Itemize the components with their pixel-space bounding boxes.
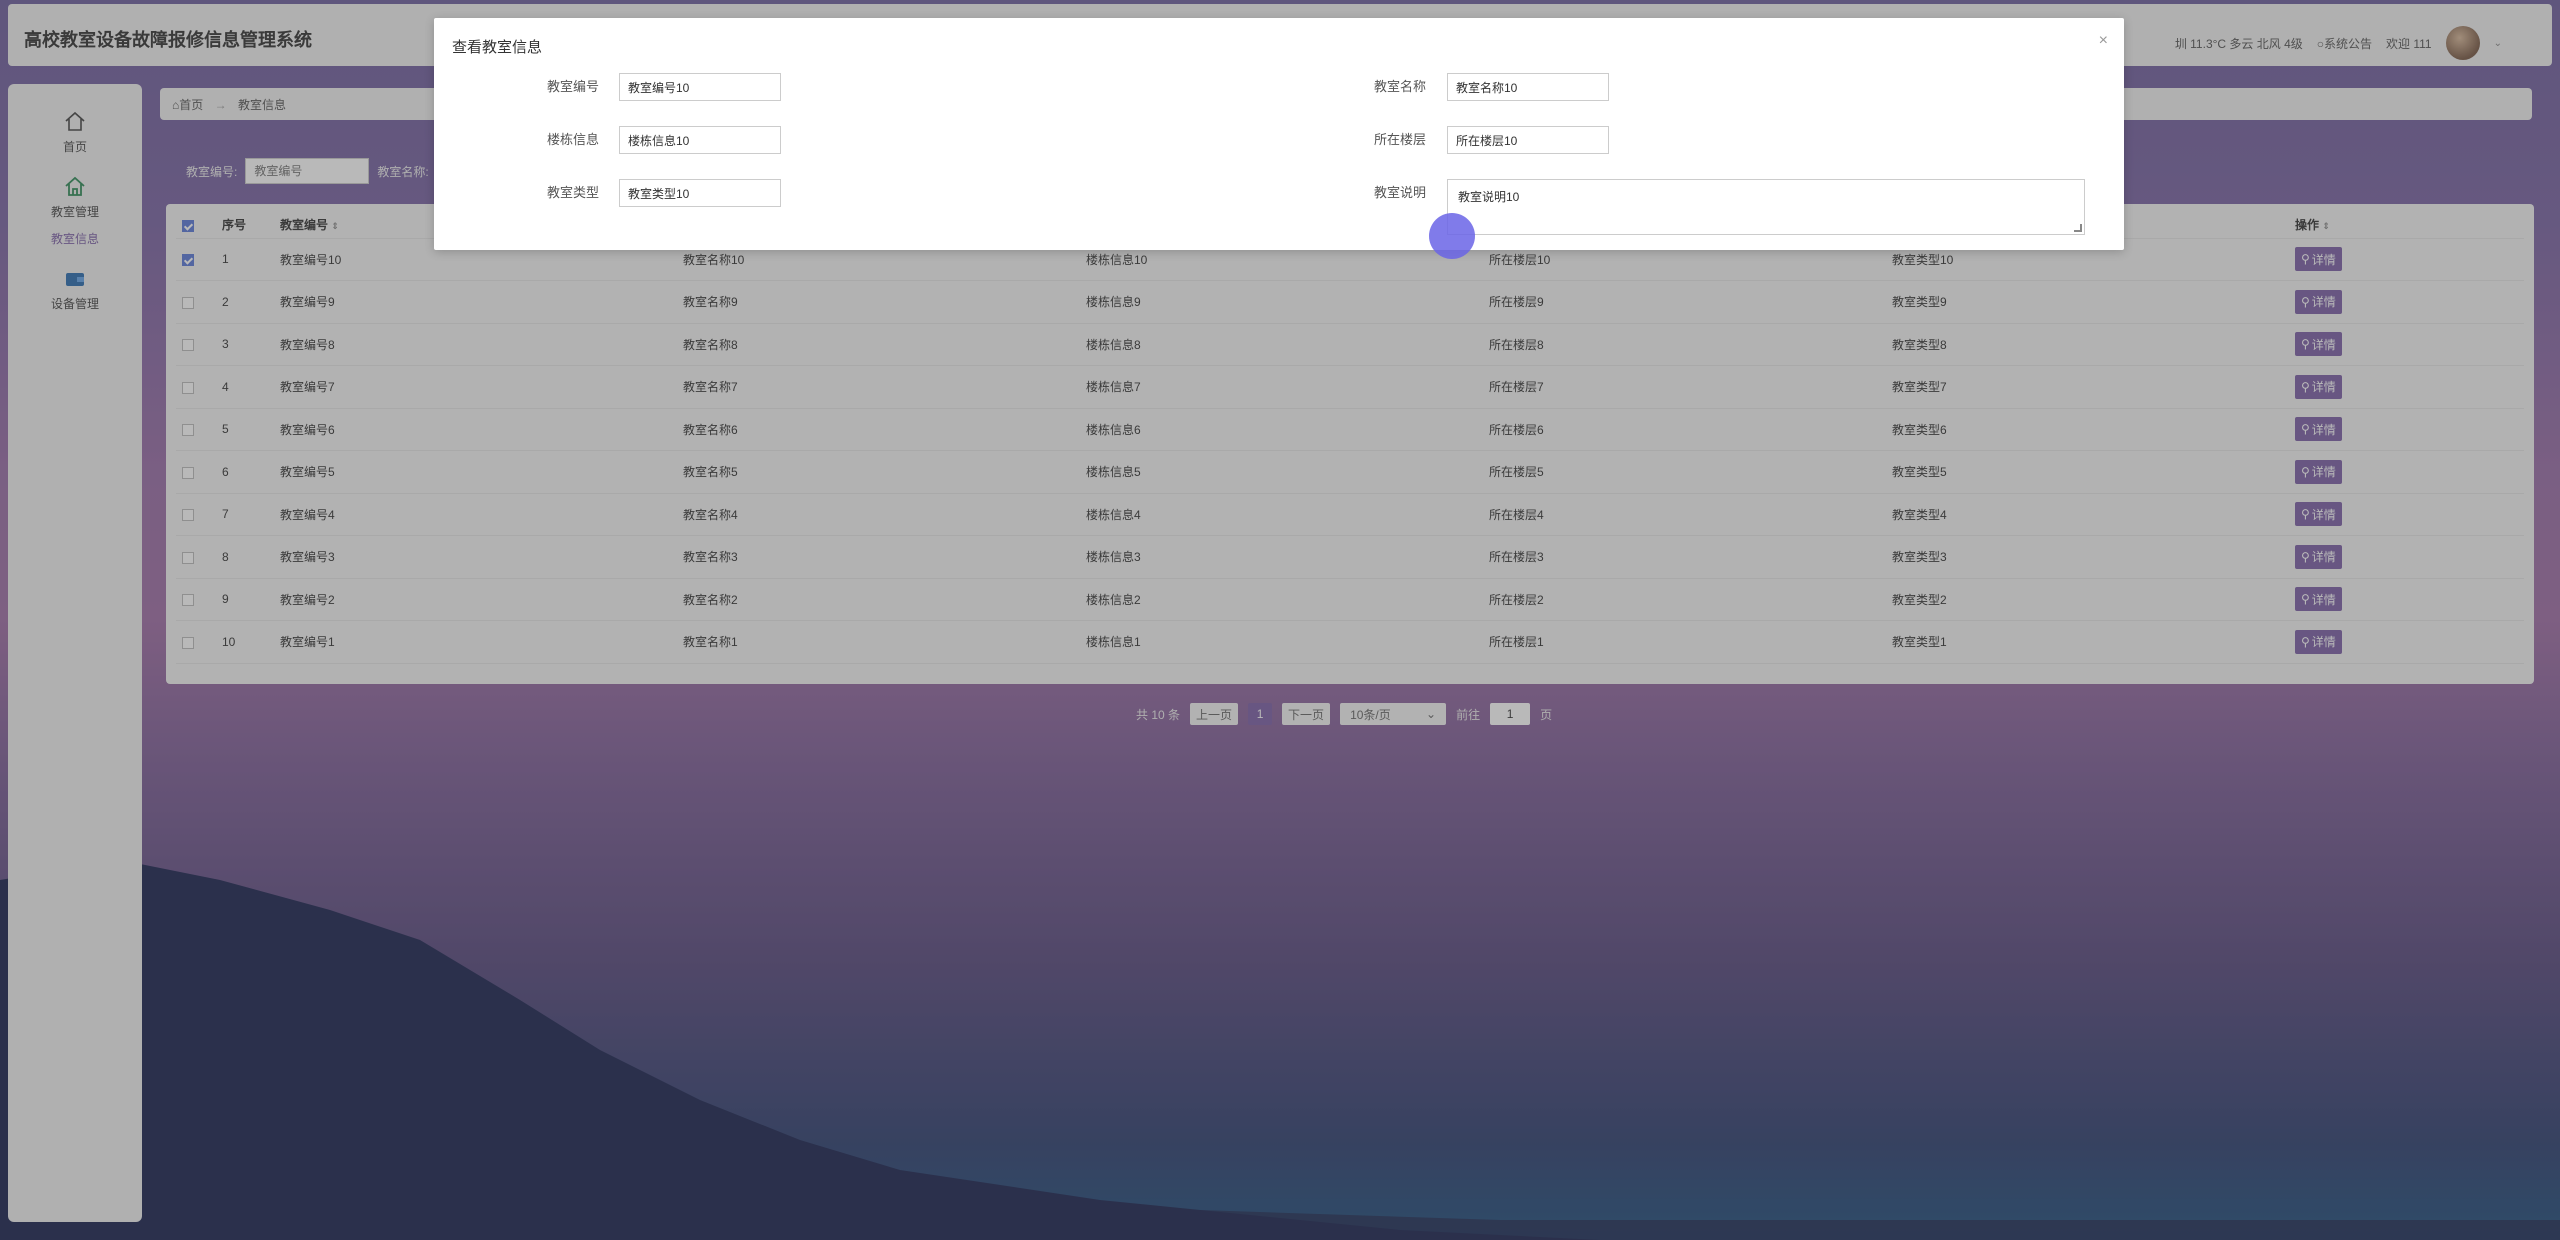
- field-label-description: 教室说明: [1374, 185, 1427, 200]
- field-input-type[interactable]: 教室类型10: [619, 179, 781, 207]
- field-label-floor: 所在楼层: [1374, 132, 1427, 147]
- field-input-code[interactable]: 教室编号10: [619, 73, 781, 101]
- field-label-name: 教室名称: [1374, 79, 1427, 94]
- field-label-building: 楼栋信息: [547, 132, 600, 147]
- close-icon[interactable]: ×: [2099, 32, 2108, 50]
- field-textarea-description[interactable]: 教室说明10: [1447, 179, 2085, 235]
- field-input-floor[interactable]: 所在楼层10: [1447, 126, 1609, 154]
- cursor-indicator: [1429, 213, 1475, 259]
- resize-handle-icon[interactable]: [2074, 224, 2082, 232]
- modal-title: 查看教室信息: [452, 39, 543, 56]
- field-input-name[interactable]: 教室名称10: [1447, 73, 1609, 101]
- field-label-type: 教室类型: [547, 185, 600, 200]
- view-classroom-modal: 查看教室信息 × 教室编号 教室编号10 教室名称 教室名称10 楼栋信息 楼栋…: [434, 18, 2124, 250]
- field-label-code: 教室编号: [547, 79, 600, 94]
- field-input-building[interactable]: 楼栋信息10: [619, 126, 781, 154]
- description-text: 教室说明10: [1458, 190, 1520, 204]
